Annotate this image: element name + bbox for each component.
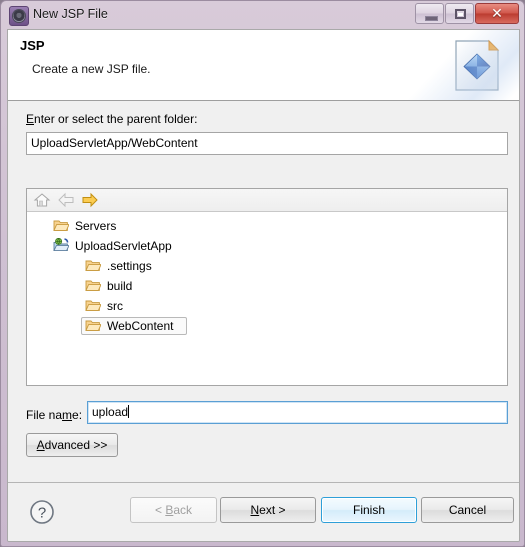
back-button: < Back xyxy=(130,497,217,523)
folder-icon xyxy=(85,298,102,313)
list-item-label: Servers xyxy=(75,219,117,233)
dialog-button-bar: ? < Back Next > Finish Cancel xyxy=(8,482,519,541)
window-title: New JSP File xyxy=(33,7,108,21)
list-item[interactable]: .settings xyxy=(27,256,507,276)
folder-tree[interactable]: Servers UploadServletApp .settings build… xyxy=(26,188,508,386)
file-name-label: File name: xyxy=(26,408,83,422)
minimize-button[interactable] xyxy=(415,3,444,24)
list-item[interactable]: UploadServletApp xyxy=(27,236,507,256)
help-button[interactable]: ? xyxy=(29,499,55,525)
web-project-folder-icon xyxy=(53,237,70,253)
list-item-selected[interactable]: WebContent xyxy=(27,316,507,336)
list-item-label: build xyxy=(107,279,133,293)
page-title: JSP xyxy=(20,38,45,53)
list-item-label: .settings xyxy=(107,259,152,273)
dialog-window: New JSP File ✕ JSP Create a new JSP file… xyxy=(0,0,525,547)
forward-arrow-icon[interactable] xyxy=(81,192,99,208)
tree-toolbar xyxy=(27,189,507,212)
wizard-body: Enter or select the parent folder: Uploa… xyxy=(8,102,519,482)
parent-folder-label: Enter or select the parent folder: xyxy=(26,112,198,126)
dialog-client-area: JSP Create a new JSP file. Enter or sele… xyxy=(7,29,520,542)
svg-text:?: ? xyxy=(38,505,46,522)
list-item-label: src xyxy=(107,299,123,313)
list-item-label: UploadServletApp xyxy=(75,239,172,253)
close-button[interactable]: ✕ xyxy=(475,3,519,24)
jsp-file-document-icon xyxy=(449,38,504,93)
folder-icon xyxy=(85,258,102,273)
restore-button[interactable] xyxy=(445,3,474,24)
page-description: Create a new JSP file. xyxy=(32,62,151,76)
list-item[interactable]: src xyxy=(27,296,507,316)
folder-icon xyxy=(85,278,102,293)
finish-button[interactable]: Finish xyxy=(321,497,417,523)
advanced-button[interactable]: Advanced >> xyxy=(26,433,118,457)
cancel-button[interactable]: Cancel xyxy=(421,497,514,523)
wizard-header: JSP Create a new JSP file. xyxy=(8,30,519,101)
close-icon: ✕ xyxy=(491,5,503,21)
tree-items: Servers UploadServletApp .settings build… xyxy=(27,212,507,385)
file-name-input[interactable]: upload xyxy=(87,401,508,424)
folder-icon xyxy=(53,218,70,233)
back-arrow-icon xyxy=(57,192,75,208)
list-item-label: WebContent xyxy=(107,319,174,333)
parent-folder-input[interactable]: UploadServletApp/WebContent xyxy=(26,132,508,155)
window-controls: ✕ xyxy=(415,3,519,25)
title-bar[interactable]: New JSP File ✕ xyxy=(1,1,524,29)
list-item[interactable]: build xyxy=(27,276,507,296)
list-item[interactable]: Servers xyxy=(27,216,507,236)
jsp-wizard-icon xyxy=(9,6,29,26)
home-icon[interactable] xyxy=(33,192,51,208)
folder-icon xyxy=(85,318,102,333)
next-button[interactable]: Next > xyxy=(220,497,316,523)
